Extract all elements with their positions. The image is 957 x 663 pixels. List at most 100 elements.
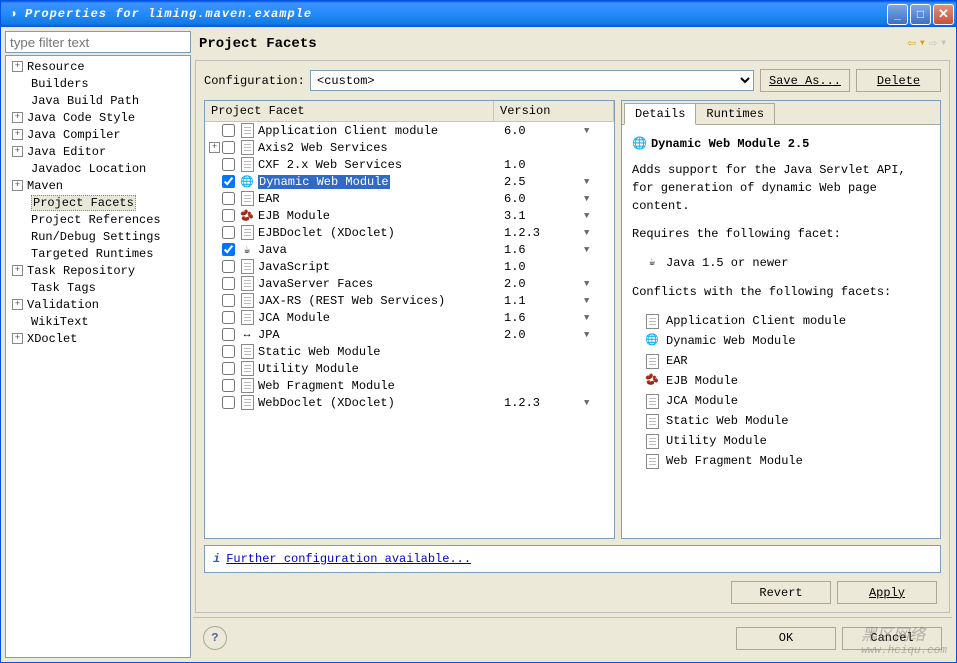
expand-icon[interactable]: + <box>12 180 23 191</box>
version-dropdown[interactable]: ▼ <box>584 245 614 255</box>
facet-row[interactable]: +Axis2 Web Services <box>205 139 614 156</box>
facet-checkbox[interactable] <box>222 345 235 358</box>
config-select[interactable]: <custom> <box>310 70 754 91</box>
facet-row[interactable]: CXF 2.x Web Services1.0 <box>205 156 614 173</box>
facet-checkbox[interactable] <box>222 175 235 188</box>
tree-item[interactable]: +Java Editor <box>8 143 188 160</box>
version-dropdown[interactable]: ▼ <box>584 228 614 238</box>
facet-checkbox[interactable] <box>222 243 235 256</box>
further-config-link[interactable]: Further configuration available... <box>226 552 471 566</box>
facet-row[interactable]: Utility Module <box>205 360 614 377</box>
expand-icon[interactable]: + <box>12 265 23 276</box>
facet-row[interactable]: 🫘EJB Module3.1▼ <box>205 207 614 224</box>
facet-checkbox[interactable] <box>222 396 235 409</box>
version-dropdown[interactable]: ▼ <box>584 177 614 187</box>
nav-tree[interactable]: +ResourceBuildersJava Build Path+Java Co… <box>5 55 191 658</box>
tree-item[interactable]: Javadoc Location <box>8 160 188 177</box>
col-facet[interactable]: Project Facet <box>205 101 494 121</box>
tree-item[interactable]: Project Facets <box>8 194 188 211</box>
expand-icon[interactable]: + <box>12 333 23 344</box>
tree-item[interactable]: +Task Repository <box>8 262 188 279</box>
col-version[interactable]: Version <box>494 101 614 121</box>
tree-item[interactable]: +XDoclet <box>8 330 188 347</box>
version-dropdown[interactable]: ▼ <box>584 279 614 289</box>
tree-item[interactable]: Builders <box>8 75 188 92</box>
expand-icon[interactable]: + <box>12 299 23 310</box>
facet-checkbox[interactable] <box>222 379 235 392</box>
facet-row[interactable]: Web Fragment Module <box>205 377 614 394</box>
facet-row[interactable]: JavaScript1.0 <box>205 258 614 275</box>
tree-item[interactable]: +Resource <box>8 58 188 75</box>
version-dropdown[interactable]: ▼ <box>584 313 614 323</box>
delete-button[interactable]: Delete <box>856 69 941 92</box>
expand-icon[interactable]: + <box>12 112 23 123</box>
facet-row[interactable]: Application Client module6.0▼ <box>205 122 614 139</box>
expand-icon[interactable]: + <box>12 61 23 72</box>
tree-item[interactable]: Run/Debug Settings <box>8 228 188 245</box>
facet-checkbox[interactable] <box>222 311 235 324</box>
version-dropdown[interactable]: ▼ <box>584 398 614 408</box>
tree-item[interactable]: Targeted Runtimes <box>8 245 188 262</box>
version-dropdown[interactable]: ▼ <box>584 296 614 306</box>
tree-item-label: Validation <box>27 298 99 312</box>
version-dropdown[interactable]: ▼ <box>584 194 614 204</box>
facet-checkbox[interactable] <box>222 260 235 273</box>
facet-checkbox[interactable] <box>222 294 235 307</box>
version-dropdown[interactable]: ▼ <box>584 126 614 136</box>
facet-checkbox[interactable] <box>222 209 235 222</box>
tab-runtimes[interactable]: Runtimes <box>695 103 775 124</box>
facet-row[interactable]: EJBDoclet (XDoclet)1.2.3▼ <box>205 224 614 241</box>
tree-item[interactable]: +Java Code Style <box>8 109 188 126</box>
facet-checkbox[interactable] <box>222 328 235 341</box>
facet-checkbox[interactable] <box>222 124 235 137</box>
tree-item[interactable]: +Java Compiler <box>8 126 188 143</box>
tree-item[interactable]: Java Build Path <box>8 92 188 109</box>
facet-checkbox[interactable] <box>222 141 235 154</box>
facet-icon <box>239 276 255 292</box>
list-item: ☕Java 1.5 or newer <box>632 253 930 273</box>
tree-item[interactable]: + Validation <box>8 296 188 313</box>
minimize-button[interactable]: _ <box>887 4 908 25</box>
facet-row[interactable]: JavaServer Faces2.0▼ <box>205 275 614 292</box>
back-icon[interactable]: ⇦ <box>908 35 916 52</box>
facet-row[interactable]: WebDoclet (XDoclet)1.2.3▼ <box>205 394 614 411</box>
expand-icon[interactable]: + <box>209 142 220 153</box>
facet-row[interactable]: JCA Module1.6▼ <box>205 309 614 326</box>
tab-details[interactable]: Details <box>624 103 696 125</box>
cancel-button[interactable]: Cancel <box>842 627 942 650</box>
facet-name: Static Web Module <box>258 345 504 359</box>
maximize-button[interactable]: □ <box>910 4 931 25</box>
facet-name: Web Fragment Module <box>258 379 504 393</box>
facet-name: JCA Module <box>258 311 504 325</box>
facet-checkbox[interactable] <box>222 226 235 239</box>
ok-button[interactable]: OK <box>736 627 836 650</box>
tree-item[interactable]: Project References <box>8 211 188 228</box>
save-as-button[interactable]: Save As... <box>760 69 850 92</box>
facet-row[interactable]: ☕Java1.6▼ <box>205 241 614 258</box>
expand-icon[interactable]: + <box>12 146 23 157</box>
tree-item[interactable]: +Maven <box>8 177 188 194</box>
facet-row[interactable]: JAX-RS (REST Web Services)1.1▼ <box>205 292 614 309</box>
expand-icon[interactable]: + <box>12 129 23 140</box>
list-item: Static Web Module <box>632 411 930 431</box>
facet-row[interactable]: ↔JPA2.0▼ <box>205 326 614 343</box>
facet-row[interactable]: 🌐Dynamic Web Module2.5▼ <box>205 173 614 190</box>
help-button[interactable]: ? <box>203 626 227 650</box>
titlebar[interactable]: ◑ Properties for liming.maven.example _ … <box>1 1 956 27</box>
facet-row[interactable]: EAR6.0▼ <box>205 190 614 207</box>
apply-button[interactable]: Apply <box>837 581 937 604</box>
item-label: EAR <box>666 352 688 370</box>
revert-button[interactable]: Revert <box>731 581 831 604</box>
item-label: Utility Module <box>666 432 767 450</box>
tree-item[interactable]: Task Tags <box>8 279 188 296</box>
version-dropdown[interactable]: ▼ <box>584 330 614 340</box>
facet-checkbox[interactable] <box>222 277 235 290</box>
facet-checkbox[interactable] <box>222 192 235 205</box>
version-dropdown[interactable]: ▼ <box>584 211 614 221</box>
tree-item[interactable]: WikiText <box>8 313 188 330</box>
filter-input[interactable] <box>5 31 191 53</box>
close-button[interactable]: ✕ <box>933 4 954 25</box>
facet-row[interactable]: Static Web Module <box>205 343 614 360</box>
facet-checkbox[interactable] <box>222 362 235 375</box>
facet-checkbox[interactable] <box>222 158 235 171</box>
